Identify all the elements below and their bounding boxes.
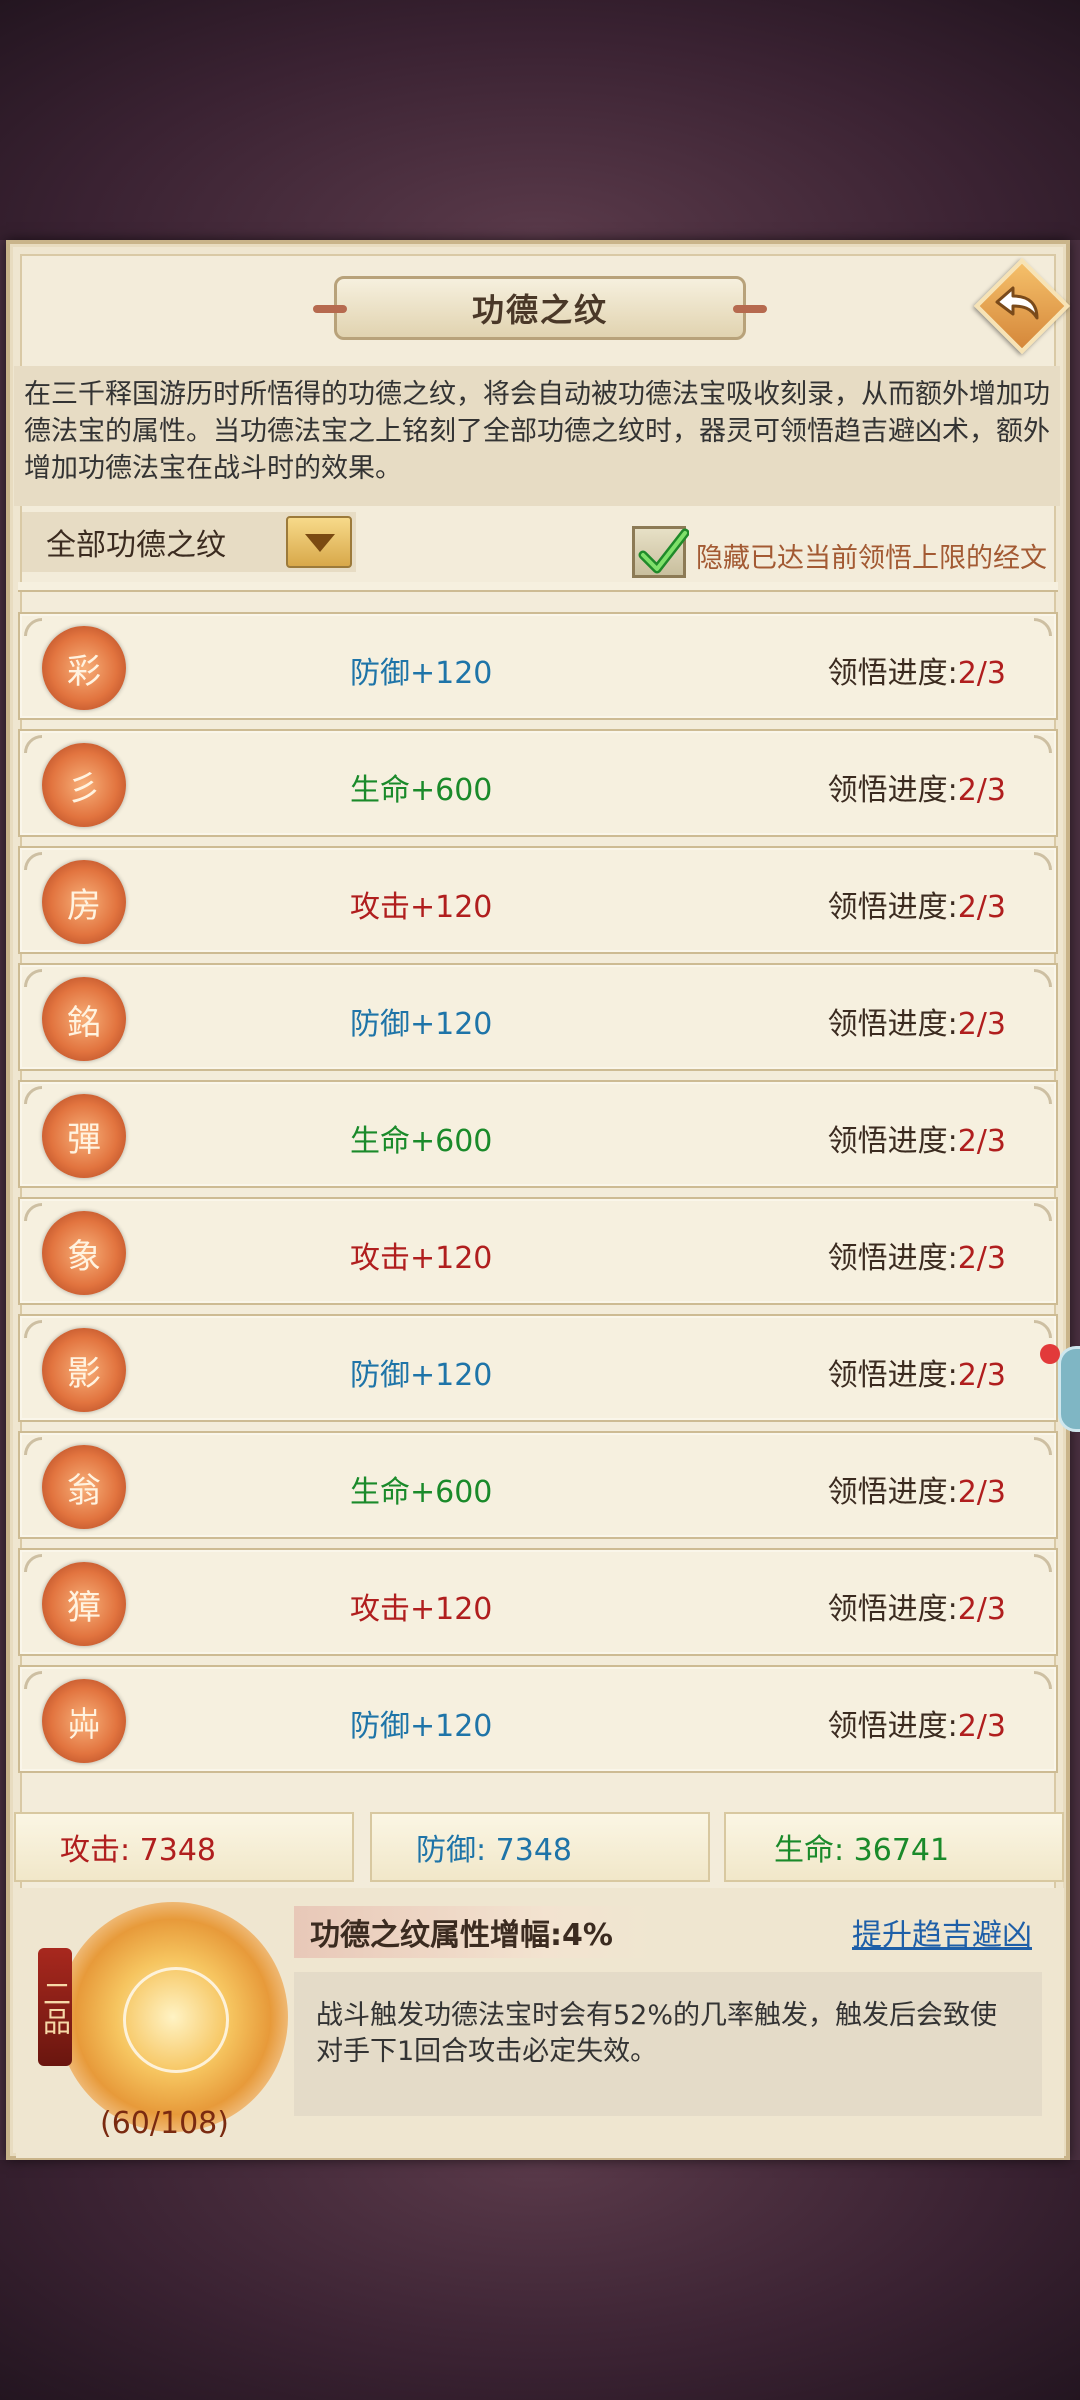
rune-row[interactable]: 翁 生命+600 领悟进度:2/3 bbox=[18, 1429, 1060, 1539]
rune-glyph: 獐 bbox=[67, 1587, 101, 1628]
rune-row[interactable]: 芔 防御+120 领悟进度:2/3 bbox=[18, 1663, 1060, 1773]
progress-label: 领悟进度: bbox=[827, 1007, 958, 1042]
description-text: 在三千释国游历时所悟得的功德之纹，将会自动被功德法宝吸收刻录，从而额外增加功德法… bbox=[14, 366, 1060, 506]
progress-label: 领悟进度: bbox=[827, 656, 958, 691]
rune-stat: 生命+600 bbox=[350, 1124, 493, 1159]
upgrade-link[interactable]: 提升趋吉避凶 bbox=[852, 1910, 1032, 1954]
progress-label: 领悟进度: bbox=[827, 1241, 958, 1276]
rune-stat: 攻击+120 bbox=[350, 1592, 493, 1627]
progress-value: 2/3 bbox=[957, 1709, 1006, 1744]
rune-icon: 芔 bbox=[42, 1679, 126, 1763]
rune-icon: 房 bbox=[42, 860, 126, 944]
rune-glyph: 彈 bbox=[67, 1119, 101, 1160]
rune-icon: 影 bbox=[42, 1328, 126, 1412]
progress-label: 领悟进度: bbox=[827, 1592, 958, 1627]
rune-row[interactable]: 獐 攻击+120 领悟进度:2/3 bbox=[18, 1546, 1060, 1656]
rune-progress: 领悟进度:2/3 bbox=[828, 1350, 1006, 1394]
filter-label: 全部功德之纹 bbox=[46, 528, 226, 563]
effect-description: 战斗触发功德法宝时会有52%的几率触发，触发后会致使对手下1回合攻击必定失效。 bbox=[294, 1972, 1042, 2116]
progress-label: 领悟进度: bbox=[827, 1475, 958, 1510]
hide-maxed-label[interactable]: 隐藏已达当前领悟上限的经文 bbox=[696, 536, 1047, 575]
rune-icon: 象 bbox=[42, 1211, 126, 1295]
progress-value: 2/3 bbox=[957, 773, 1006, 808]
rune-stat: 防御+120 bbox=[350, 1007, 493, 1042]
rune-progress: 领悟进度:2/3 bbox=[828, 1116, 1006, 1160]
rune-glyph: 房 bbox=[67, 885, 101, 926]
total-life: 生命: 36741 bbox=[724, 1812, 1064, 1882]
triangle-down-icon bbox=[305, 534, 335, 552]
rune-row[interactable]: 銘 防御+120 领悟进度:2/3 bbox=[18, 961, 1060, 1071]
hide-maxed-checkbox[interactable] bbox=[632, 526, 689, 578]
progress-label: 领悟进度: bbox=[827, 1358, 958, 1393]
rune-stat: 生命+600 bbox=[350, 1475, 493, 1510]
rune-stat: 防御+120 bbox=[350, 656, 493, 691]
progress-value: 2/3 bbox=[957, 1475, 1006, 1510]
notification-dot bbox=[1040, 1344, 1060, 1364]
rune-stat: 生命+600 bbox=[350, 773, 493, 808]
progress-value: 2/3 bbox=[957, 1241, 1006, 1276]
rune-progress: 领悟进度:2/3 bbox=[828, 1701, 1006, 1745]
treasure-seal-icon[interactable] bbox=[58, 1902, 288, 2132]
rune-row[interactable]: 房 攻击+120 领悟进度:2/3 bbox=[18, 844, 1060, 954]
rune-progress: 领悟进度:2/3 bbox=[828, 1233, 1006, 1277]
rune-glyph: 象 bbox=[67, 1236, 101, 1277]
bottom-background bbox=[0, 2160, 1080, 2400]
rune-glyph: 芔 bbox=[67, 1704, 101, 1745]
progress-value: 2/3 bbox=[957, 1124, 1006, 1159]
rune-icon: 彈 bbox=[42, 1094, 126, 1178]
rune-row[interactable]: 彩 防御+120 领悟进度:2/3 bbox=[18, 610, 1060, 720]
rune-progress: 领悟进度:2/3 bbox=[828, 882, 1006, 926]
rune-stat: 防御+120 bbox=[350, 1358, 493, 1393]
page-title: 功德之纹 bbox=[471, 291, 608, 329]
filter-dropdown-button[interactable] bbox=[286, 516, 352, 568]
progress-label: 领悟进度: bbox=[827, 1709, 958, 1744]
attribute-boost: 功德之纹属性增幅:4% bbox=[294, 1906, 654, 1958]
rune-glyph: 彡 bbox=[67, 768, 101, 809]
progress-label: 领悟进度: bbox=[827, 890, 958, 925]
rune-icon: 銘 bbox=[42, 977, 126, 1061]
rune-glyph: 彩 bbox=[67, 651, 101, 692]
rune-icon: 彩 bbox=[42, 626, 126, 710]
progress-value: 2/3 bbox=[957, 890, 1006, 925]
back-arrow-icon bbox=[995, 286, 1039, 320]
rune-icon: 彡 bbox=[42, 743, 126, 827]
treasure-count: (60/108) bbox=[100, 2106, 229, 2141]
rune-icon: 翁 bbox=[42, 1445, 126, 1529]
rune-progress: 领悟进度:2/3 bbox=[828, 765, 1006, 809]
progress-label: 领悟进度: bbox=[827, 1124, 958, 1159]
rune-row[interactable]: 彡 生命+600 领悟进度:2/3 bbox=[18, 727, 1060, 837]
rune-progress: 领悟进度:2/3 bbox=[828, 1467, 1006, 1511]
total-attack: 攻击: 7348 bbox=[14, 1812, 354, 1882]
rune-list[interactable]: 彩防御+120 领悟进度:2/3 彡生命+600 领悟进度:2/3 房攻击+120 领悟进… bbox=[18, 590, 1060, 1782]
progress-value: 2/3 bbox=[957, 656, 1006, 691]
rune-stat: 攻击+120 bbox=[350, 1241, 493, 1276]
rune-glyph: 影 bbox=[67, 1353, 101, 1394]
rune-icon: 獐 bbox=[42, 1562, 126, 1646]
rune-progress: 领悟进度:2/3 bbox=[828, 1584, 1006, 1628]
checkmark-icon bbox=[638, 528, 689, 574]
rune-row[interactable]: 彈 生命+600 领悟进度:2/3 bbox=[18, 1078, 1060, 1188]
progress-label: 领悟进度: bbox=[827, 773, 958, 808]
rune-stat: 防御+120 bbox=[350, 1709, 493, 1744]
rune-progress: 领悟进度:2/3 bbox=[828, 648, 1006, 692]
progress-value: 2/3 bbox=[957, 1007, 1006, 1042]
side-drawer-tab[interactable] bbox=[1058, 1346, 1080, 1432]
rune-progress: 领悟进度:2/3 bbox=[828, 999, 1006, 1043]
rune-row[interactable]: 影 防御+120 领悟进度:2/3 bbox=[18, 1312, 1060, 1422]
rank-tag: 二品 bbox=[38, 1948, 72, 2066]
title-banner: 功德之纹 bbox=[313, 276, 767, 340]
top-background bbox=[0, 0, 1080, 240]
progress-value: 2/3 bbox=[957, 1592, 1006, 1627]
total-defense: 防御: 7348 bbox=[370, 1812, 710, 1882]
rune-glyph: 銘 bbox=[67, 1002, 101, 1043]
rune-glyph: 翁 bbox=[67, 1470, 101, 1511]
back-button[interactable] bbox=[973, 257, 1071, 355]
rune-stat: 攻击+120 bbox=[350, 890, 493, 925]
rune-row[interactable]: 象 攻击+120 领悟进度:2/3 bbox=[18, 1195, 1060, 1305]
progress-value: 2/3 bbox=[957, 1358, 1006, 1393]
